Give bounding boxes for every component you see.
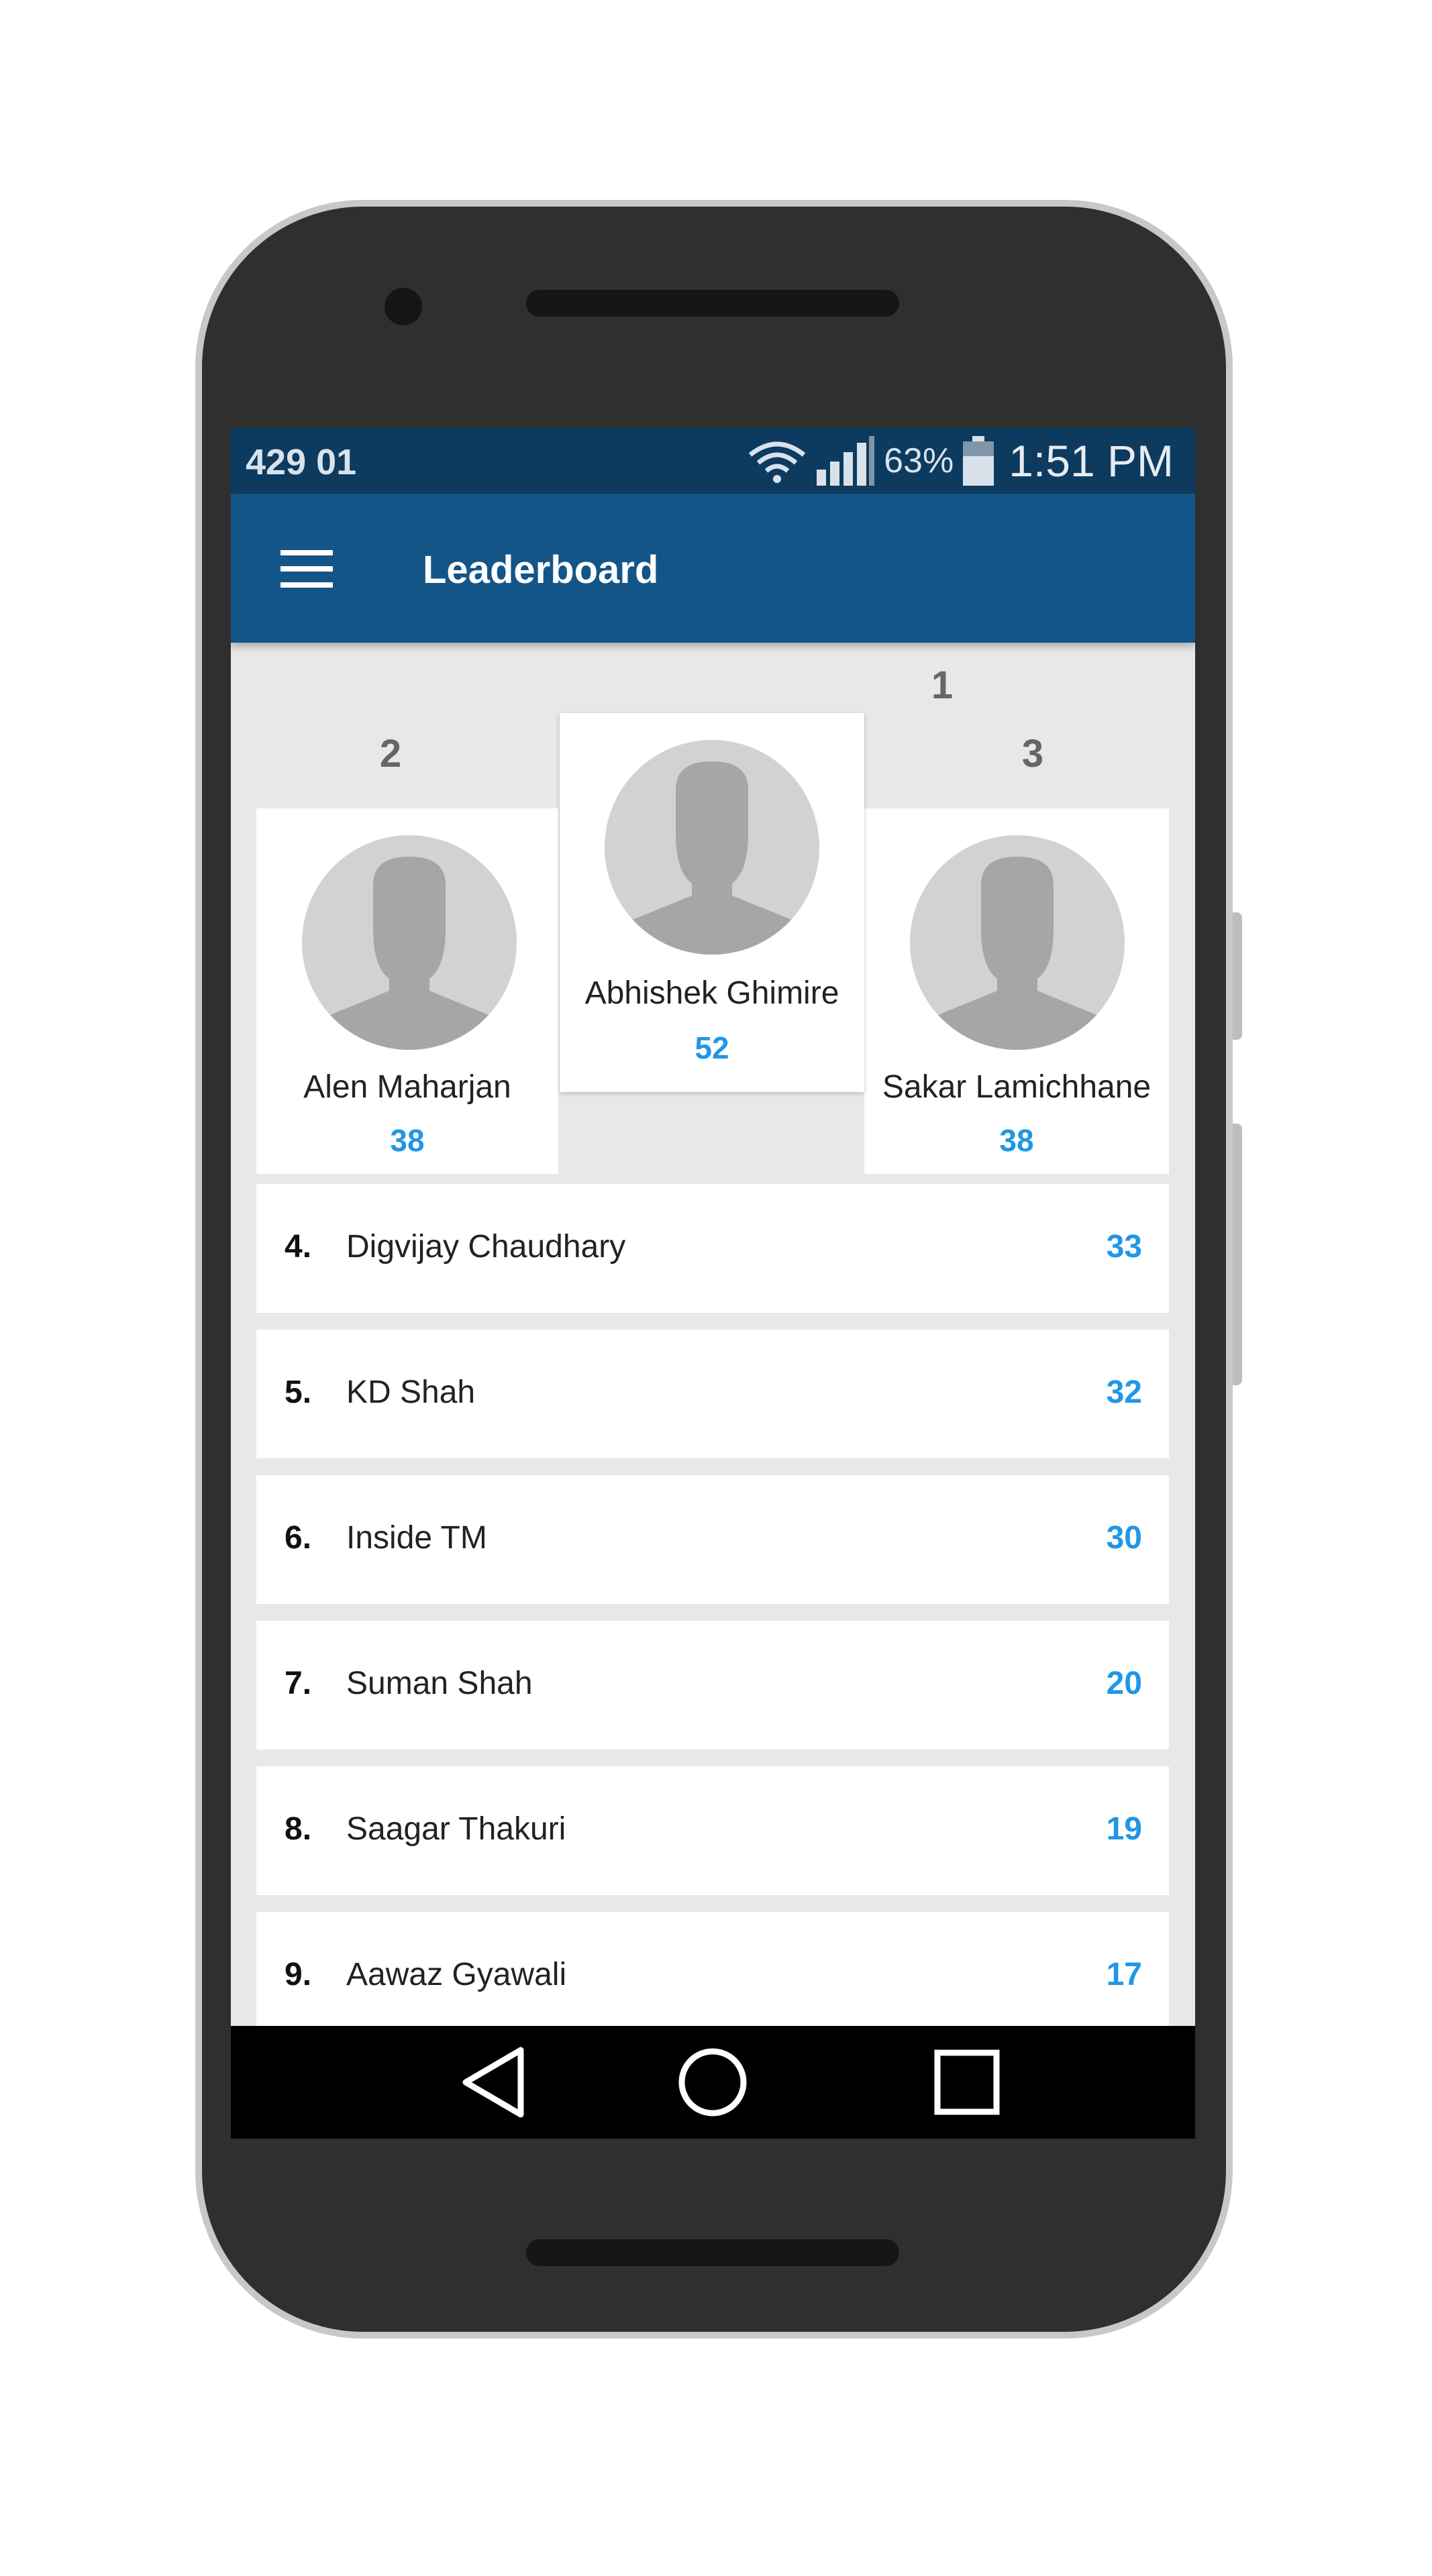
user-silhouette-icon bbox=[302, 835, 517, 1050]
power-button bbox=[1233, 1124, 1242, 1385]
list-item[interactable]: 5. KD Shah 32 bbox=[256, 1330, 1169, 1458]
battery-icon bbox=[963, 436, 994, 486]
list-item-score: 17 bbox=[1106, 1957, 1142, 1992]
podium-score: 38 bbox=[390, 1123, 425, 1158]
list-item-rank: 9. bbox=[285, 1957, 312, 1992]
podium-rank-third: 3 bbox=[1021, 732, 1044, 775]
list-item-rank: 8. bbox=[285, 1811, 312, 1847]
list-item-rank: 5. bbox=[285, 1375, 312, 1410]
navigation-bar bbox=[231, 2026, 1195, 2139]
list-item-rank: 7. bbox=[285, 1666, 312, 1701]
podium-score: 38 bbox=[999, 1123, 1034, 1158]
list-item[interactable]: 9. Aawaz Gyawali 17 bbox=[256, 1912, 1169, 2041]
podium-card-first[interactable]: Abhishek Ghimire 52 bbox=[560, 713, 864, 1092]
list-item[interactable]: 8. Saagar Thakuri 19 bbox=[256, 1766, 1169, 1895]
carrier-label: 429 01 bbox=[246, 442, 357, 482]
recents-icon[interactable] bbox=[927, 2042, 1007, 2123]
list-item-score: 33 bbox=[1106, 1229, 1142, 1265]
list-item-name: Inside TM bbox=[346, 1520, 487, 1556]
list-item-rank: 4. bbox=[285, 1229, 312, 1265]
list-item-rank: 6. bbox=[285, 1520, 312, 1556]
list-item-name: Saagar Thakuri bbox=[346, 1811, 566, 1847]
page-title: Leaderboard bbox=[423, 548, 659, 592]
home-icon[interactable] bbox=[672, 2042, 753, 2123]
avatar bbox=[605, 740, 819, 955]
list-item-name: Suman Shah bbox=[346, 1666, 533, 1701]
list-item[interactable]: 7. Suman Shah 20 bbox=[256, 1621, 1169, 1750]
list-item-name: Digvijay Chaudhary bbox=[346, 1229, 626, 1265]
podium-score: 52 bbox=[695, 1030, 729, 1065]
podium-card-third[interactable]: Sakar Lamichhane 38 bbox=[864, 808, 1169, 1174]
status-bar: 429 01 63% 1:51 PM bbox=[231, 428, 1195, 494]
list-item-name: Aawaz Gyawali bbox=[346, 1957, 567, 1992]
wifi-icon bbox=[748, 441, 806, 483]
earpiece-speaker bbox=[526, 290, 899, 317]
avatar bbox=[910, 835, 1125, 1050]
podium-rank-first: 1 bbox=[931, 663, 954, 707]
podium-name: Alen Maharjan bbox=[303, 1069, 511, 1105]
app-bar: Leaderboard bbox=[231, 494, 1195, 643]
user-silhouette-icon bbox=[605, 740, 819, 955]
status-clock: 1:51 PM bbox=[1009, 436, 1174, 486]
podium-name: Sakar Lamichhane bbox=[882, 1069, 1152, 1105]
podium-card-second[interactable]: Alen Maharjan 38 bbox=[256, 808, 558, 1174]
avatar bbox=[302, 835, 517, 1050]
podium-name: Abhishek Ghimire bbox=[584, 975, 839, 1011]
list-item-score: 19 bbox=[1106, 1811, 1142, 1847]
volume-button bbox=[1233, 912, 1242, 1040]
list-item-score: 30 bbox=[1106, 1520, 1142, 1556]
status-icons: 63% 1:51 PM bbox=[747, 436, 1174, 486]
list-item[interactable]: 6. Inside TM 30 bbox=[256, 1475, 1169, 1604]
list-item-score: 20 bbox=[1106, 1666, 1142, 1701]
back-icon[interactable] bbox=[454, 2042, 534, 2123]
user-silhouette-icon bbox=[910, 835, 1125, 1050]
phone-screen: 429 01 63% 1:51 PM Leaderboard 1 2 3 Ale… bbox=[231, 428, 1195, 2139]
podium-rank-second: 2 bbox=[379, 732, 402, 775]
front-camera bbox=[385, 288, 422, 325]
list-item-score: 32 bbox=[1106, 1375, 1142, 1410]
signal-icon bbox=[817, 436, 875, 486]
list-item[interactable]: 4. Digvijay Chaudhary 33 bbox=[256, 1184, 1169, 1313]
battery-percentage: 63% bbox=[884, 441, 954, 480]
list-item-name: KD Shah bbox=[346, 1375, 476, 1410]
bottom-speaker bbox=[526, 2239, 899, 2266]
hamburger-menu-icon[interactable] bbox=[272, 542, 346, 596]
